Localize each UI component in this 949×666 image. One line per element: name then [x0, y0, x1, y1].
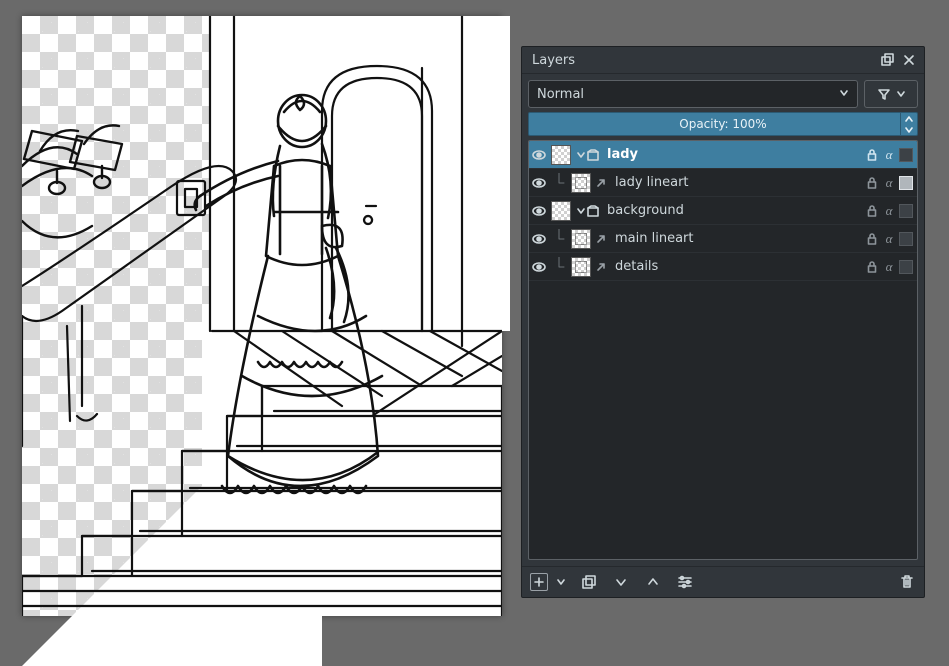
layer-row[interactable]: lady α [529, 141, 917, 169]
layer-thumbnail [551, 145, 571, 165]
layer-thumbnail [571, 173, 591, 193]
layers-list[interactable]: lady α lady lineart α background α main … [528, 140, 918, 560]
inherit-alpha-icon[interactable] [899, 260, 913, 274]
lineart-illustration [22, 16, 502, 616]
folder-icon [587, 149, 599, 161]
layer-name-label[interactable]: main lineart [611, 231, 865, 246]
alpha-lock-icon[interactable]: α [882, 148, 896, 162]
layer-row[interactable]: lady lineart α [529, 169, 917, 197]
opacity-step-up[interactable] [901, 113, 917, 124]
float-panel-icon[interactable] [878, 51, 896, 69]
lock-icon[interactable] [865, 148, 879, 162]
move-layer-up-button[interactable] [644, 573, 662, 591]
layer-link-icon [595, 261, 607, 273]
tree-branch-icon [549, 169, 569, 196]
opacity-step-down[interactable] [901, 124, 917, 135]
visibility-toggle-icon[interactable] [529, 204, 549, 218]
layer-filter-button[interactable] [864, 80, 918, 108]
alpha-lock-icon[interactable]: α [882, 260, 896, 274]
blend-mode-value: Normal [537, 87, 584, 102]
panel-titlebar[interactable]: Layers [522, 47, 924, 74]
lock-icon[interactable] [865, 176, 879, 190]
layer-link-icon [595, 233, 607, 245]
layer-row[interactable]: details α [529, 253, 917, 281]
alpha-lock-icon[interactable]: α [882, 176, 896, 190]
alpha-lock-icon[interactable]: α [882, 232, 896, 246]
visibility-toggle-icon[interactable] [529, 232, 549, 246]
layer-name-label[interactable]: lady [603, 147, 865, 162]
layer-row[interactable]: main lineart α [529, 225, 917, 253]
layer-properties-button[interactable] [676, 573, 694, 591]
layer-name-label[interactable]: details [611, 259, 865, 274]
layer-name-label[interactable]: lady lineart [611, 175, 865, 190]
layer-thumbnail [571, 229, 591, 249]
visibility-toggle-icon[interactable] [529, 176, 549, 190]
layer-link-icon [595, 177, 607, 189]
move-layer-down-button[interactable] [612, 573, 630, 591]
folder-icon [587, 205, 599, 217]
add-layer-menu-chevron[interactable] [556, 574, 566, 590]
expand-toggle-icon[interactable] [575, 151, 587, 159]
visibility-toggle-icon[interactable] [529, 148, 549, 162]
alpha-lock-icon[interactable]: α [882, 204, 896, 218]
opacity-slider[interactable]: Opacity: 100% [528, 112, 918, 136]
panel-title-label: Layers [532, 53, 575, 68]
layer-thumbnail [571, 257, 591, 277]
layers-bottom-toolbar [522, 566, 924, 597]
layer-thumbnail [551, 201, 571, 221]
inherit-alpha-icon[interactable] [899, 204, 913, 218]
inherit-alpha-icon[interactable] [899, 232, 913, 246]
chevron-down-icon [897, 90, 905, 98]
tree-branch-icon [549, 225, 569, 252]
inherit-alpha-icon[interactable] [899, 176, 913, 190]
inherit-alpha-icon[interactable] [899, 148, 913, 162]
layer-row[interactable]: background α [529, 197, 917, 225]
opacity-label: Opacity: 100% [679, 117, 766, 131]
expand-toggle-icon[interactable] [575, 207, 587, 215]
lock-icon[interactable] [865, 232, 879, 246]
funnel-icon [877, 87, 891, 101]
layer-name-label[interactable]: background [603, 203, 865, 218]
blend-mode-select[interactable]: Normal [528, 80, 858, 108]
delete-layer-button[interactable] [898, 573, 916, 591]
canvas[interactable] [22, 16, 502, 616]
chevron-down-icon [839, 87, 849, 102]
duplicate-layer-button[interactable] [580, 573, 598, 591]
lock-icon[interactable] [865, 260, 879, 274]
layers-panel: Layers Normal Opacity: 100% lady [521, 46, 925, 598]
add-layer-button[interactable] [530, 573, 548, 591]
close-panel-icon[interactable] [900, 51, 918, 69]
tree-branch-icon [549, 253, 569, 280]
visibility-toggle-icon[interactable] [529, 260, 549, 274]
lock-icon[interactable] [865, 204, 879, 218]
